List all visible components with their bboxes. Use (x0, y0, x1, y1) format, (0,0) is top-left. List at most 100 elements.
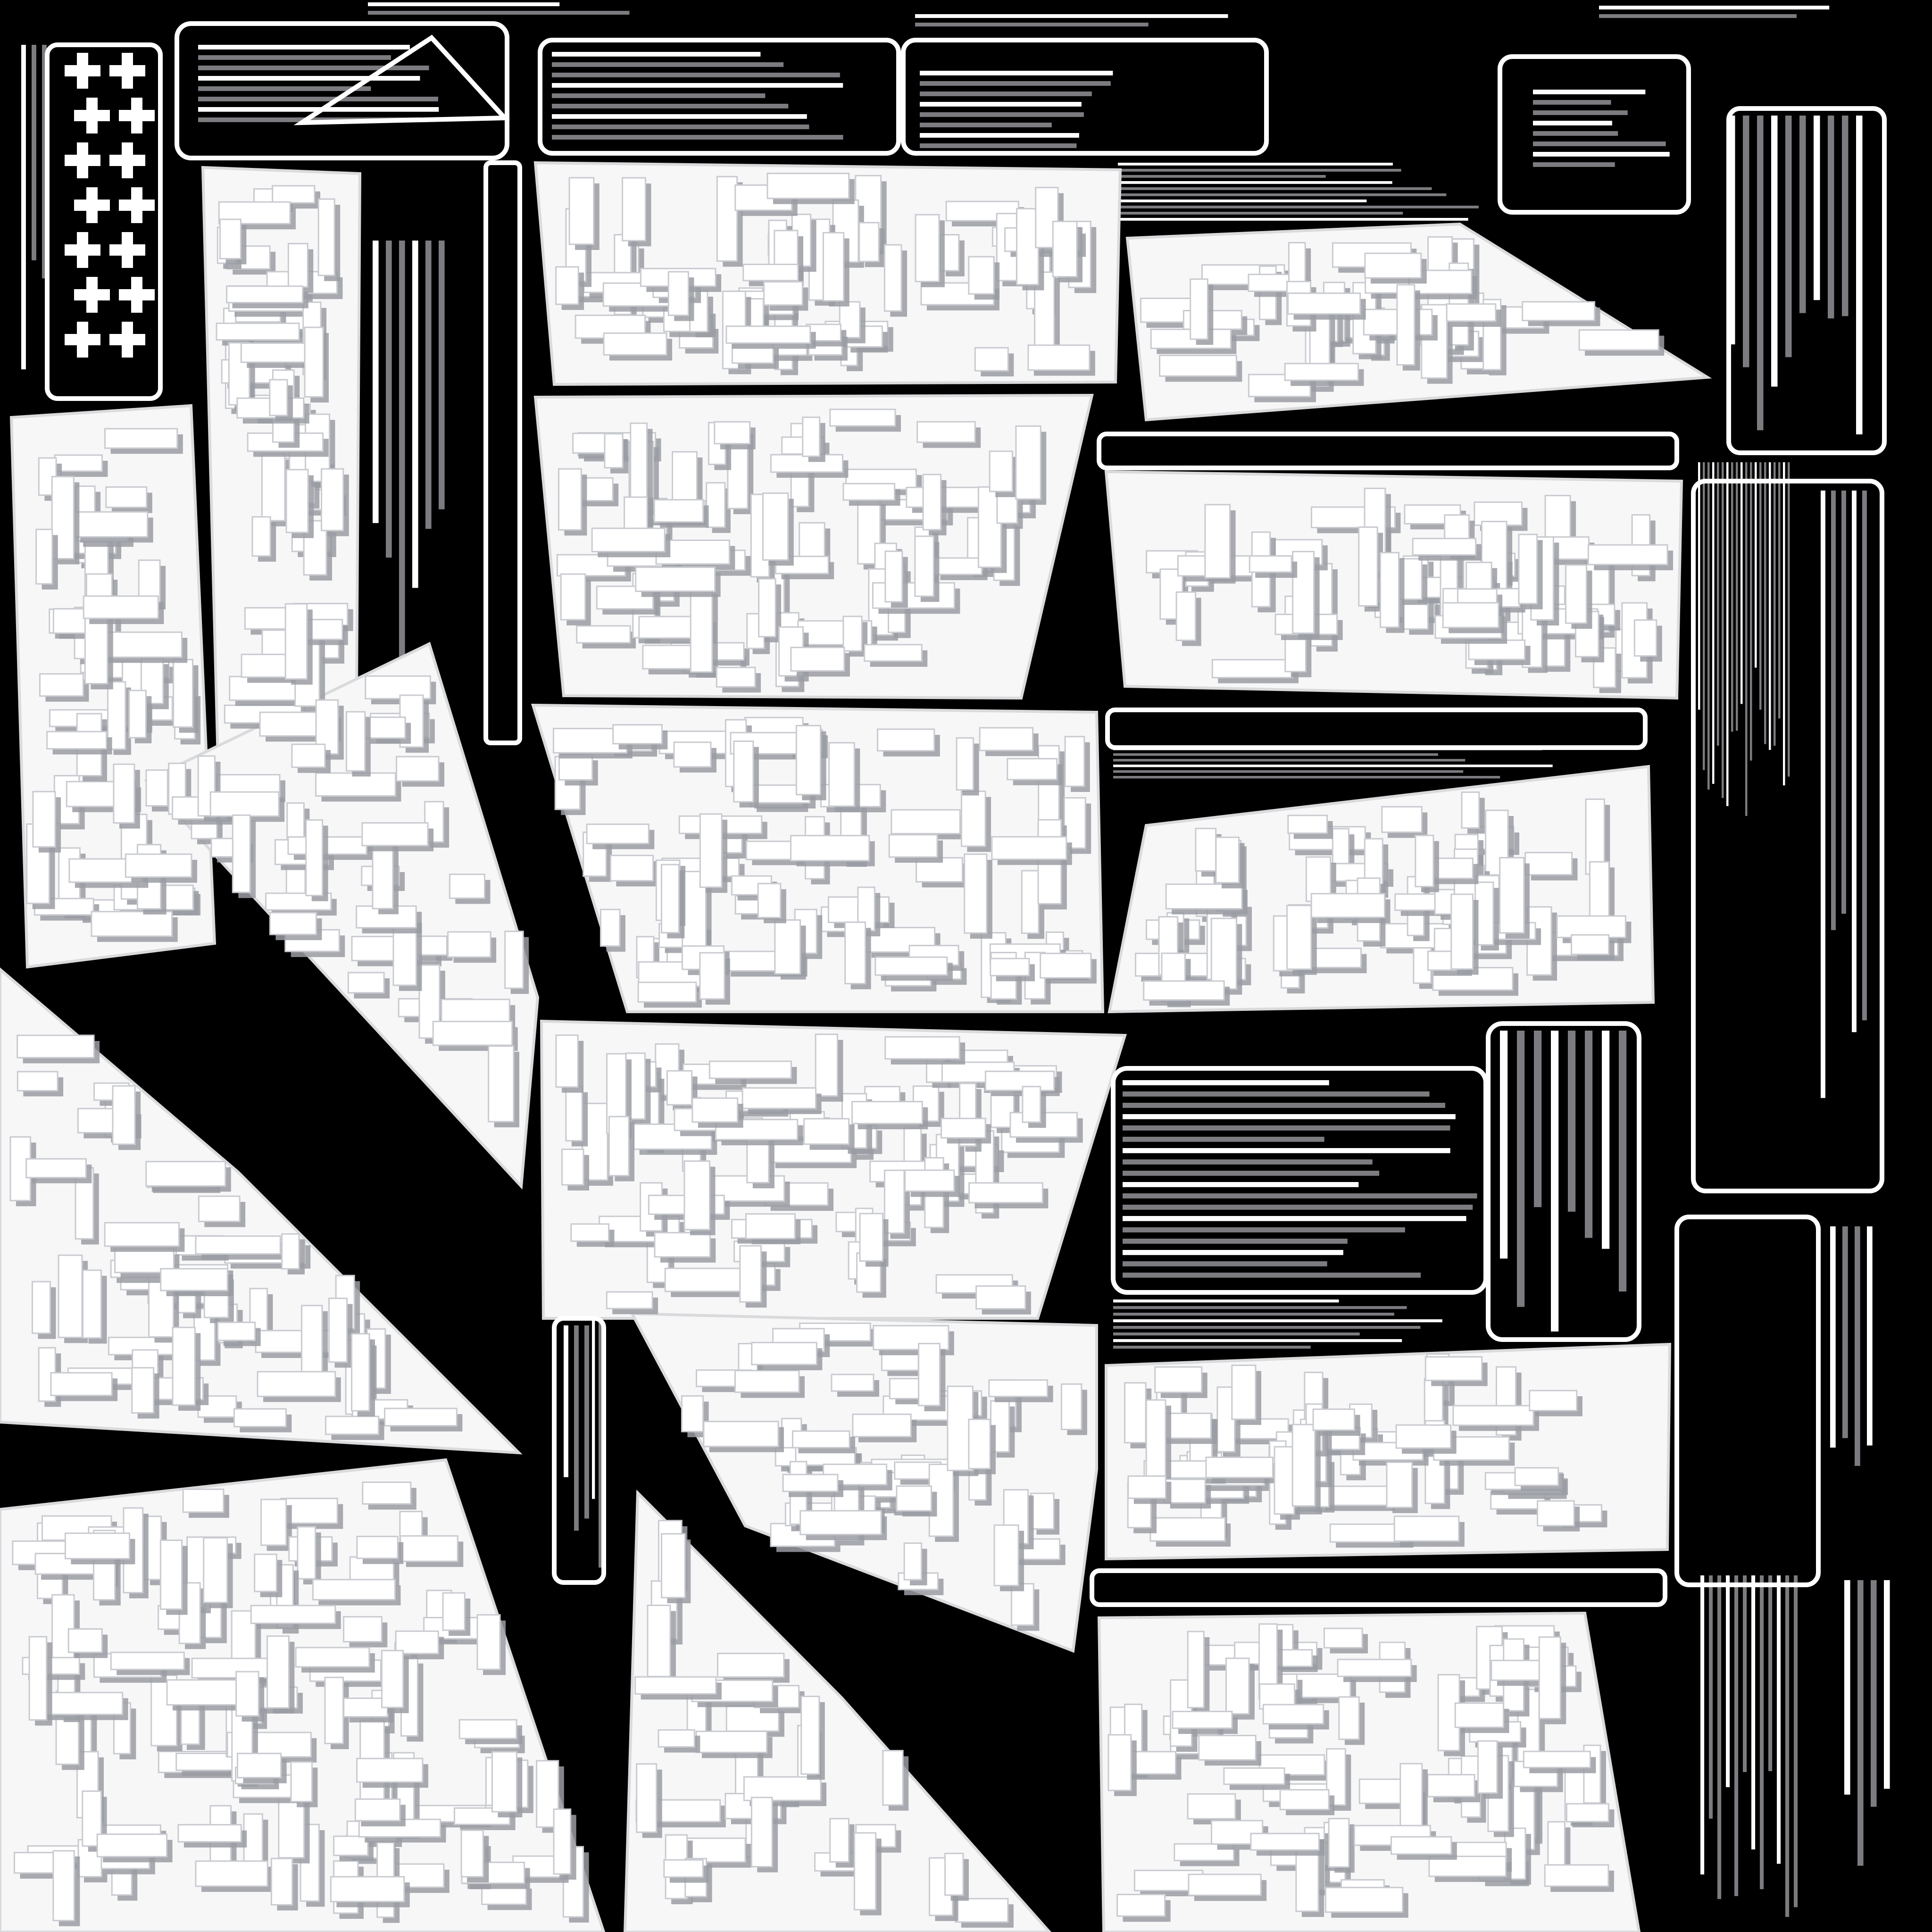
building-block (1064, 736, 1090, 792)
building-block (757, 883, 786, 924)
building-block (799, 1510, 887, 1541)
trim-strip (1745, 462, 1748, 816)
building-block (876, 728, 940, 757)
trim-strip (1785, 116, 1792, 358)
building-block (1565, 564, 1592, 629)
trim-strip (21, 45, 26, 370)
building-block (1379, 552, 1405, 633)
trim-strip (1794, 1575, 1798, 1907)
building-block (281, 1233, 305, 1274)
building-block (1524, 852, 1578, 881)
building-block (317, 198, 341, 281)
building-block (1258, 1623, 1283, 1690)
building-block (219, 218, 247, 265)
trim-strip (1771, 116, 1778, 387)
trim-strip (1113, 759, 1466, 762)
trim-strip (915, 23, 1149, 27)
trim-strip (1123, 1137, 1324, 1142)
building-block (914, 535, 940, 602)
trim-strip (1118, 218, 1468, 221)
trim-strip (1123, 1125, 1450, 1131)
building-block (1284, 363, 1364, 386)
building-block (1358, 526, 1383, 612)
building-block (904, 1169, 960, 1197)
building-block (1395, 1424, 1457, 1454)
building-block (1514, 1467, 1564, 1491)
trim-strip (1123, 1159, 1373, 1165)
building-block (591, 527, 671, 558)
building-block (217, 1321, 261, 1346)
building-block (1279, 1789, 1335, 1815)
building-block (1250, 1832, 1325, 1856)
trim-strip (1118, 175, 1326, 178)
trim-strip (1698, 462, 1700, 710)
trim-strip (1533, 100, 1611, 105)
building-block (291, 743, 331, 773)
building-block (269, 379, 293, 421)
trim-strip (386, 241, 392, 558)
building-block (1324, 1887, 1408, 1918)
trim-strip (1831, 491, 1836, 930)
trim-strip (1842, 1226, 1848, 1438)
building-block (236, 1752, 287, 1783)
building-block (553, 1808, 576, 1880)
building-block (1338, 1696, 1365, 1745)
building-block (243, 1813, 268, 1868)
building-block (791, 1430, 855, 1454)
building-block (991, 836, 1072, 865)
building-block (600, 908, 625, 952)
building-block (673, 741, 716, 773)
building-block (361, 822, 434, 851)
trim-strip (552, 114, 807, 119)
building-block (690, 588, 718, 678)
building-block (315, 772, 401, 802)
trim-strip (439, 241, 445, 509)
building-block (555, 1034, 584, 1093)
building-block (1415, 834, 1439, 892)
building-block (1172, 1710, 1238, 1734)
building-block (1204, 504, 1236, 584)
building-block (447, 931, 497, 963)
building-block (1337, 1658, 1417, 1682)
trim-strip (574, 1325, 579, 1531)
building-block (974, 347, 1014, 377)
building-block (226, 285, 308, 308)
trim-strip (1774, 462, 1776, 746)
building-block (903, 1542, 927, 1586)
trim-strip (1533, 152, 1670, 157)
trim-strip (552, 135, 843, 140)
building-block (476, 1614, 506, 1675)
trim-strip (1123, 1205, 1473, 1210)
building-block (706, 482, 731, 533)
building-block (39, 673, 89, 702)
trim-strip (1123, 1182, 1359, 1187)
trim-strip (920, 123, 1052, 127)
building-block (663, 1859, 709, 1883)
trim-strip (198, 76, 420, 81)
building-block (637, 982, 702, 1008)
building-block (1188, 1874, 1267, 1901)
building-block (488, 1045, 519, 1128)
trim-strip (1113, 765, 1553, 767)
building-block (1052, 220, 1083, 283)
trim-strip (1533, 131, 1618, 136)
trim-strip (399, 241, 405, 697)
trim-strip (198, 86, 371, 91)
building-block (1578, 329, 1665, 356)
trim-strip (1731, 462, 1733, 732)
building-block (790, 647, 850, 677)
building-block (32, 791, 61, 853)
building-block (1424, 1356, 1488, 1386)
building-block (1187, 1631, 1210, 1714)
building-block (717, 1652, 790, 1683)
building-block (305, 819, 328, 901)
trim-strip (1862, 491, 1867, 1021)
trim-strip (1123, 1114, 1456, 1119)
building-block (606, 1291, 658, 1315)
building-block (1391, 1836, 1457, 1860)
trim-strip (1118, 206, 1479, 208)
building-block (83, 595, 164, 625)
building-block (703, 1421, 784, 1452)
building-block (922, 474, 947, 536)
trim-strip (1123, 1171, 1380, 1176)
